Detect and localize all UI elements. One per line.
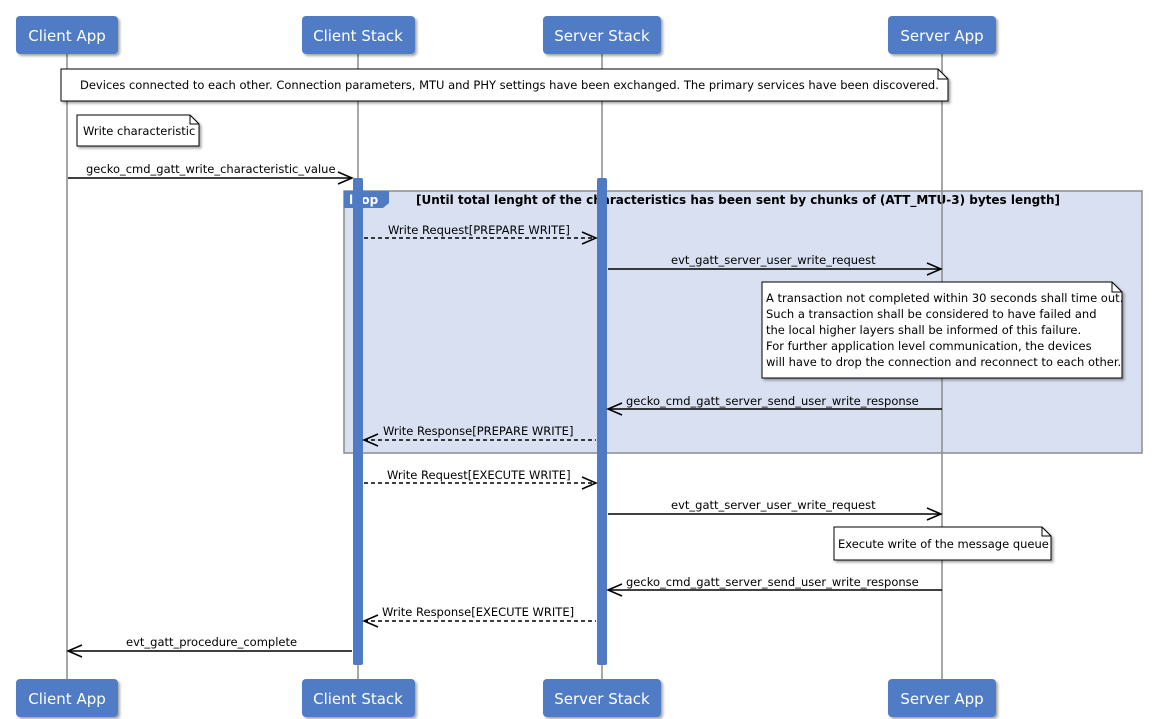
message-label: Write Response[EXECUTE WRITE] (382, 605, 574, 619)
message-evt-user-write-request-2: evt_gatt_server_user_write_request (608, 498, 943, 521)
note-text: Execute write of the message queue (838, 537, 1049, 551)
activation-server-stack (597, 178, 607, 665)
message-label: evt_gatt_procedure_complete (126, 635, 297, 649)
note-connected: Devices connected to each other. Connect… (60, 68, 949, 102)
message-label: Write Request[PREPARE WRITE] (388, 223, 570, 237)
message-label: Write Request[EXECUTE WRITE] (387, 468, 571, 482)
message-write-response-execute: Write Response[EXECUTE WRITE] (362, 605, 596, 628)
message-label: gecko_cmd_gatt_write_characteristic_valu… (86, 162, 336, 176)
message-label: Write Response[PREPARE WRITE] (383, 424, 573, 438)
note-text: Devices connected to each other. Connect… (80, 78, 939, 92)
message-label: evt_gatt_server_user_write_request (671, 253, 876, 267)
activation-client-stack (353, 178, 363, 665)
note-timeout: A transaction not completed within 30 se… (761, 281, 1123, 379)
note-text-line: will have to drop the connection and rec… (766, 355, 1121, 369)
note-text: Write characteristic (83, 124, 195, 138)
message-write-characteristic-value: gecko_cmd_gatt_write_characteristic_valu… (68, 162, 354, 185)
participant-label: Server App (900, 690, 983, 708)
participant-label: Client Stack (313, 27, 403, 45)
participant-label: Client App (28, 690, 106, 708)
note-text-line: the local higher layers shall be informe… (766, 323, 1081, 337)
participant-label: Server Stack (554, 690, 650, 708)
participant-label: Server App (900, 27, 983, 45)
participant-label: Server Stack (554, 27, 650, 45)
loop-condition: [Until total lenght of the characteristi… (416, 193, 1060, 208)
message-label: gecko_cmd_gatt_server_send_user_write_re… (626, 575, 919, 589)
message-label: gecko_cmd_gatt_server_send_user_write_re… (626, 394, 919, 408)
message-evt-procedure-complete: evt_gatt_procedure_complete (66, 635, 352, 658)
participant-label: Client Stack (313, 690, 403, 708)
message-label: evt_gatt_server_user_write_request (671, 498, 876, 512)
note-text-line: Such a transaction shall be considered t… (766, 307, 1097, 321)
note-write-characteristic: Write characteristic (76, 114, 200, 147)
note-text-line: A transaction not completed within 30 se… (766, 291, 1123, 305)
note-text-line: For further application level communicat… (766, 339, 1092, 353)
message-send-user-write-response-2: gecko_cmd_gatt_server_send_user_write_re… (606, 575, 942, 597)
note-execute-queue: Execute write of the message queue (833, 526, 1052, 561)
participant-label: Client App (28, 27, 106, 45)
sequence-diagram: loop [Until total lenght of the characte… (16, 16, 1143, 717)
message-write-request-execute: Write Request[EXECUTE WRITE] (364, 468, 598, 490)
